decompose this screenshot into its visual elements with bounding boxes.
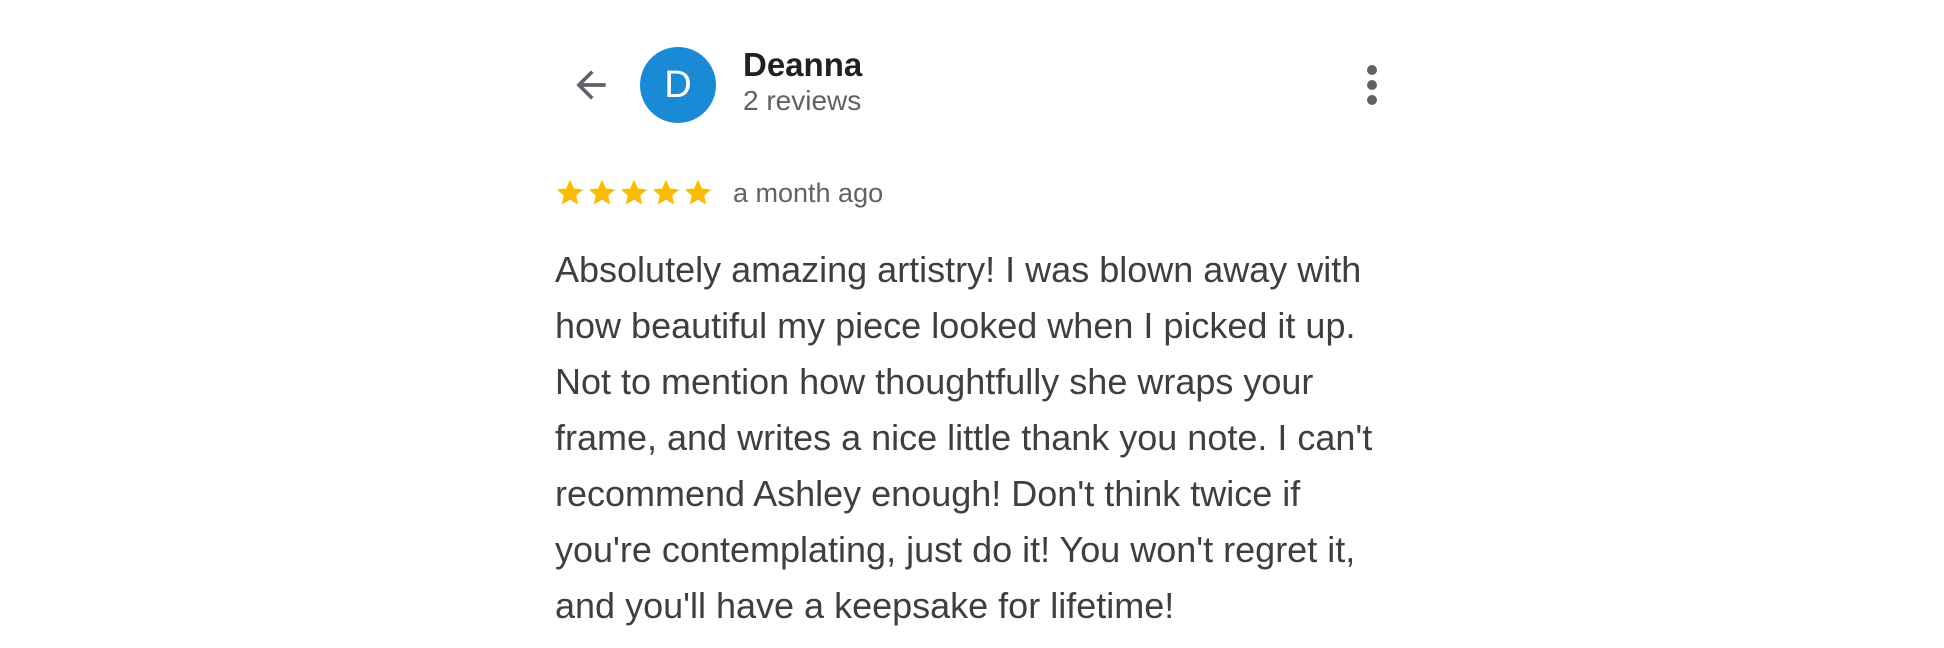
star-icon	[620, 179, 648, 205]
arrow-left-icon	[576, 70, 606, 100]
star-icon	[588, 179, 616, 205]
review-text: Absolutely amazing artistry! I was blown…	[555, 249, 1373, 626]
more-options-button[interactable]	[1342, 54, 1402, 116]
reviewer-name[interactable]: Deanna	[743, 46, 862, 84]
star-rating	[555, 178, 713, 208]
more-vertical-icon	[1367, 65, 1377, 105]
review-card: D Deanna 2 reviews a month ago Absolutel…	[540, 0, 1410, 648]
avatar-letter: D	[664, 63, 692, 106]
avatar[interactable]: D	[640, 47, 716, 123]
star-icon	[684, 179, 712, 205]
reviewer-review-count: 2 reviews	[743, 85, 862, 116]
star-icon	[556, 179, 584, 205]
review-header: D Deanna 2 reviews	[540, 40, 1410, 130]
review-date: a month ago	[733, 177, 884, 208]
back-button[interactable]	[562, 56, 620, 114]
rating-row: a month ago	[555, 173, 883, 213]
star-icon	[652, 179, 680, 205]
